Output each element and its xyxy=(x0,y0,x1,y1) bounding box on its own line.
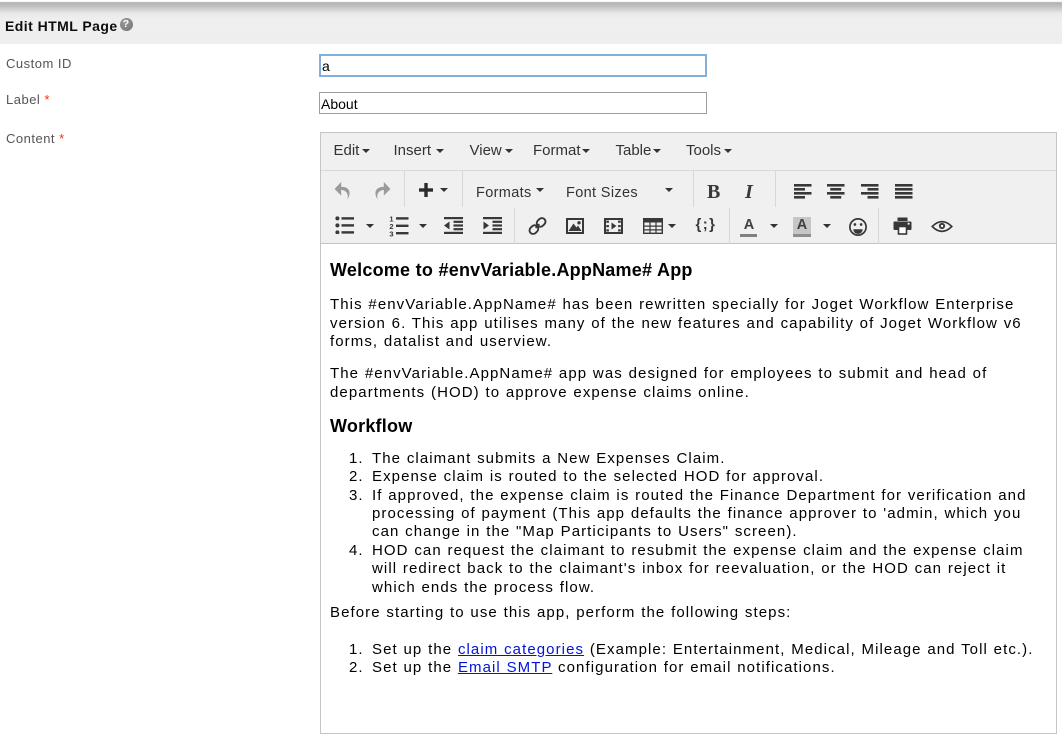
svg-text:3: 3 xyxy=(389,229,393,238)
